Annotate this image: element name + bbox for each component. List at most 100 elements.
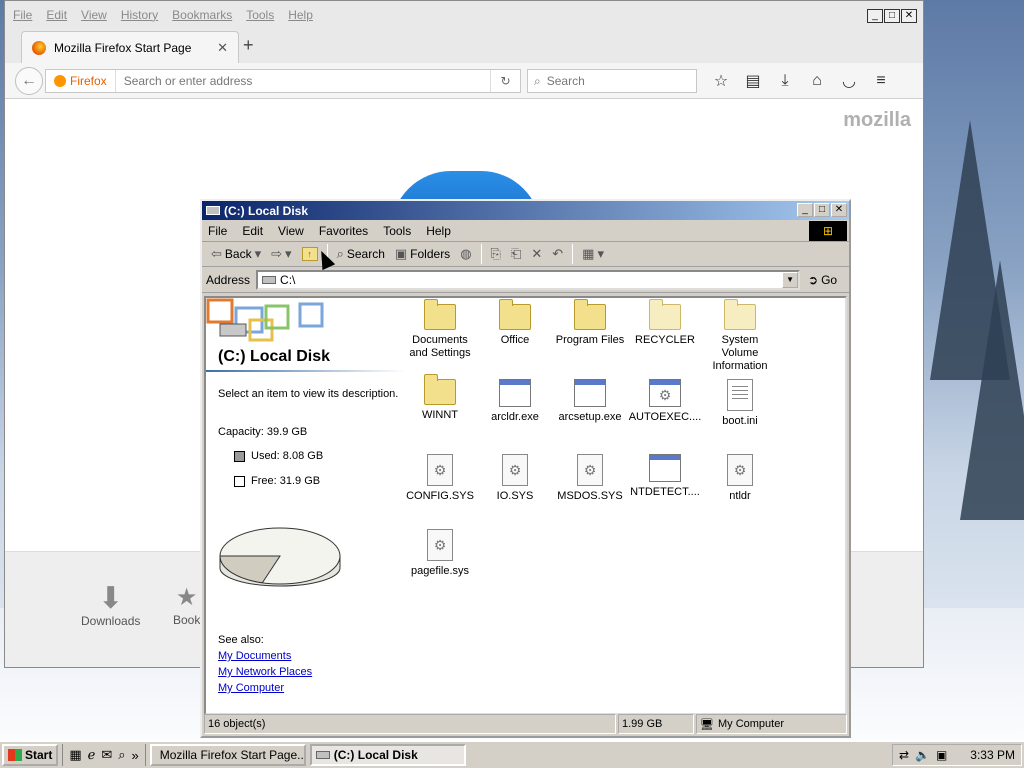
ff-search-input[interactable]: Search	[547, 74, 585, 88]
bookmark-star-icon[interactable]: ☆	[709, 69, 733, 93]
computer-icon: 🖥	[700, 718, 714, 731]
bookmarks-launcher[interactable]: ★ Book	[173, 584, 200, 627]
address-input[interactable]: C:\ ▼	[256, 269, 801, 290]
bookmarks-list-icon[interactable]: ▤	[741, 69, 765, 93]
file-name-label: IO.SYS	[496, 490, 534, 502]
ff-tab-start-page[interactable]: Mozilla Firefox Start Page ✕	[21, 31, 239, 63]
pocket-icon[interactable]: ◡	[837, 69, 861, 93]
internet-explorer-icon[interactable]: ℯ	[88, 747, 96, 763]
downloads-launcher[interactable]: ⬇ Downloads	[81, 584, 140, 629]
link-my-computer[interactable]: My Computer	[218, 682, 312, 694]
ff-maximize-button[interactable]: □	[884, 9, 900, 23]
show-desktop-icon[interactable]: ▦	[69, 747, 81, 763]
file-name-label: Office	[500, 334, 530, 346]
file-item[interactable]: ⚙ CONFIG.SYS	[402, 454, 478, 503]
start-button[interactable]: Start	[2, 744, 59, 766]
chevron-down-icon[interactable]: ▾	[285, 246, 292, 262]
ff-window-controls: _ □ ✕	[867, 9, 917, 23]
ff-search-box[interactable]: ⌕ Search	[527, 69, 697, 93]
tab-close-icon[interactable]: ✕	[217, 40, 228, 56]
delete-button[interactable]: ✕	[528, 243, 545, 265]
file-item[interactable]: boot.ini	[702, 379, 778, 428]
task-firefox-label: Mozilla Firefox Start Page...	[159, 748, 306, 762]
file-item[interactable]: arcsetup.exe	[552, 379, 628, 424]
network-icon[interactable]: ⇄	[899, 748, 909, 762]
file-item[interactable]: ⚙ pagefile.sys	[402, 529, 478, 578]
ff-menu-view[interactable]: View	[81, 8, 107, 22]
ff-identity-box[interactable]: Firefox	[46, 70, 116, 92]
ff-close-button[interactable]: ✕	[901, 9, 917, 23]
explorer-title: (C:) Local Disk	[224, 203, 309, 218]
download-icon[interactable]: ⤓	[773, 69, 797, 93]
folder-item[interactable]: System Volume Information	[702, 299, 778, 373]
file-item[interactable]: ⚙ MSDOS.SYS	[552, 454, 628, 503]
folder-icon	[574, 299, 606, 330]
folder-item[interactable]: Documents and Settings	[402, 299, 478, 360]
file-item[interactable]: ⚙ ntldr	[702, 454, 778, 503]
search-button[interactable]: ⌕ Search	[334, 243, 388, 265]
ff-menu-file[interactable]: File	[13, 8, 32, 22]
ff-menu-help[interactable]: Help	[288, 8, 313, 22]
file-name-label: boot.ini	[722, 415, 758, 427]
ex-close-button[interactable]: ✕	[831, 203, 847, 217]
folder-item[interactable]: Office	[477, 299, 553, 347]
explorer-titlebar[interactable]: (C:) Local Disk	[202, 201, 849, 220]
ex-menu-favorites[interactable]: Favorites	[319, 224, 368, 238]
move-to-button[interactable]: ⎘	[488, 243, 504, 265]
back-button[interactable]: ⇦ Back ▾	[208, 243, 264, 265]
file-item[interactable]: ⚙ IO.SYS	[477, 454, 553, 503]
ff-minimize-button[interactable]: _	[867, 9, 883, 23]
chevron-down-icon[interactable]: ▾	[255, 246, 262, 262]
history-button[interactable]: ◍	[457, 243, 474, 265]
ex-menu-view[interactable]: View	[278, 224, 304, 238]
link-my-documents[interactable]: My Documents	[218, 650, 312, 662]
status-location: 🖥 My Computer	[696, 714, 847, 734]
ff-toolbar-icons: ☆ ▤ ⤓ ⌂ ◡ ≡	[709, 69, 893, 93]
task-local-disk[interactable]: (C:) Local Disk	[309, 744, 466, 766]
file-item[interactable]: NTDETECT....	[627, 454, 703, 499]
ex-menu-help[interactable]: Help	[426, 224, 451, 238]
folders-button[interactable]: ▣ Folders	[392, 243, 453, 265]
ff-menu-bookmarks[interactable]: Bookmarks	[172, 8, 232, 22]
forward-button[interactable]: ⇨ ▾	[268, 243, 294, 265]
explorer-icon[interactable]: ⌕	[118, 747, 125, 763]
hamburger-menu-icon[interactable]: ≡	[869, 69, 893, 93]
views-button[interactable]: ▦ ▾	[579, 243, 607, 265]
folder-item[interactable]: Program Files	[552, 299, 628, 347]
ex-menu-edit[interactable]: Edit	[242, 224, 263, 238]
ex-minimize-button[interactable]: _	[797, 203, 813, 217]
tray-app-icon[interactable]: ▣	[936, 748, 947, 762]
undo-button[interactable]: ↶	[549, 243, 566, 265]
system-file-icon: ⚙	[427, 454, 453, 486]
task-firefox[interactable]: Mozilla Firefox Start Page...	[149, 744, 306, 766]
link-my-network-places[interactable]: My Network Places	[218, 666, 312, 678]
go-arrow-icon: ➲	[808, 272, 819, 287]
chevron-down-icon[interactable]: ▼	[782, 271, 799, 288]
go-button[interactable]: ➲ Go	[808, 273, 837, 287]
reload-icon[interactable]: ↻	[490, 70, 520, 92]
volume-icon[interactable]: 🔈	[915, 748, 930, 762]
ff-menu-history[interactable]: History	[121, 8, 158, 22]
status-location-label: My Computer	[717, 718, 784, 730]
ex-maximize-button[interactable]: □	[814, 203, 830, 217]
back-arrow-icon[interactable]: ←	[15, 67, 43, 95]
file-name-label: System Volume Information	[712, 334, 768, 372]
url-input[interactable]: Search or enter address	[116, 74, 490, 88]
ff-menu-tools[interactable]: Tools	[246, 8, 274, 22]
home-icon[interactable]: ⌂	[805, 69, 829, 93]
file-item[interactable]: ⚙ AUTOEXEC....	[627, 379, 703, 424]
file-item[interactable]: arcldr.exe	[477, 379, 553, 424]
chevron-right-icon[interactable]: »	[132, 748, 139, 763]
ff-menu-edit[interactable]: Edit	[46, 8, 67, 22]
copy-to-button[interactable]: ⎗	[508, 243, 524, 265]
free-legend: Free: 31.9 GB	[234, 475, 320, 487]
folder-item[interactable]: WINNT	[402, 374, 478, 422]
ff-url-bar[interactable]: Firefox Search or enter address ↻	[45, 69, 521, 93]
ex-menu-tools[interactable]: Tools	[383, 224, 411, 238]
outlook-icon[interactable]: ✉	[101, 747, 112, 763]
application-icon	[499, 379, 531, 407]
firefox-menubar: File Edit View History Bookmarks Tools H…	[5, 1, 923, 29]
folder-item[interactable]: RECYCLER	[627, 299, 703, 347]
ex-menu-file[interactable]: File	[208, 224, 227, 238]
new-tab-icon[interactable]: +	[243, 35, 254, 56]
